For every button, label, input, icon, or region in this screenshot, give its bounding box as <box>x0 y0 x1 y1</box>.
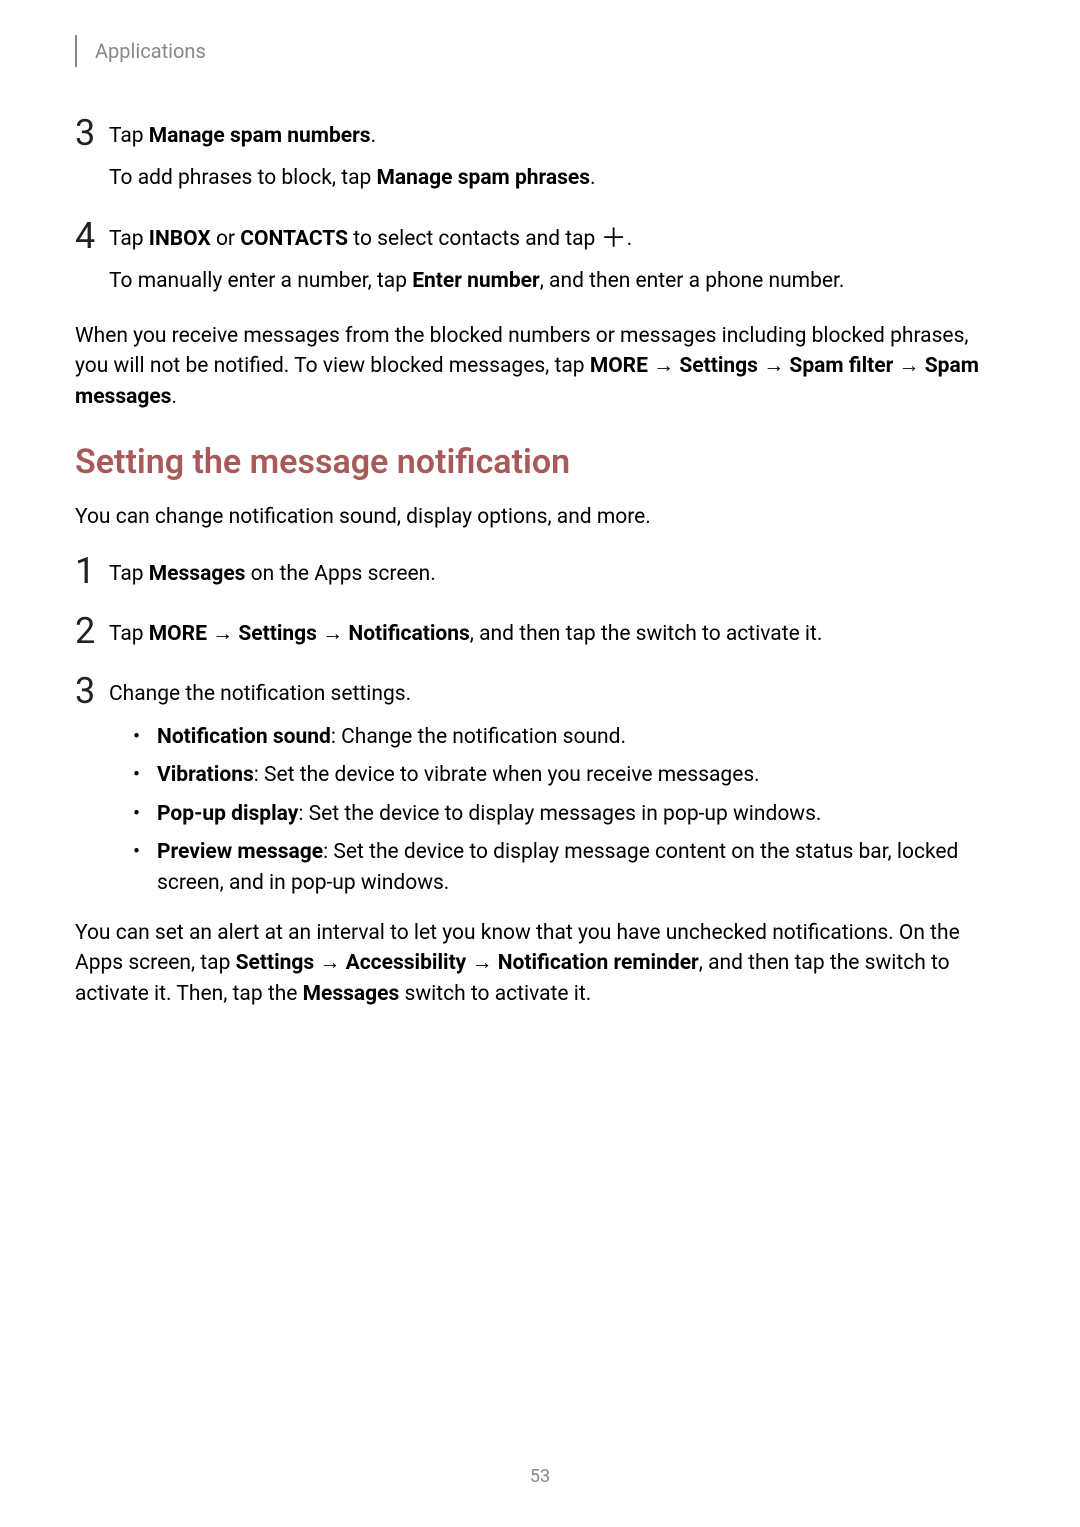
text: Tap <box>109 622 149 646</box>
step-b1-line: Tap Messages on the Apps screen. <box>109 559 1005 589</box>
text: , and then enter a phone number. <box>540 269 845 293</box>
text-bold: Pop-up display <box>157 802 298 826</box>
text-bold: Manage spam numbers <box>149 124 371 148</box>
text: To manually enter a number, tap <box>109 269 412 293</box>
text: on the Apps screen. <box>245 562 435 586</box>
header-divider <box>75 35 77 67</box>
list-item: Vibrations: Set the device to vibrate wh… <box>133 760 1005 790</box>
text-bold: Notification sound <box>157 725 331 749</box>
text-bold: INBOX <box>149 227 211 251</box>
step-4-block: 4 Tap INBOX or CONTACTS to select contac… <box>75 218 1005 309</box>
list-item: Preview message: Set the device to displ… <box>133 837 1005 898</box>
text: or <box>211 227 241 251</box>
notification-settings-list: Notification sound: Change the notificat… <box>109 722 1005 898</box>
text: . <box>171 385 177 409</box>
text: switch to activate it. <box>399 982 591 1006</box>
step-b3-block: 3 Change the notification settings. Noti… <box>75 673 1005 906</box>
step-b3-main: Change the notification settings. <box>109 679 1005 709</box>
step-b2-content: Tap MORE → Settings → Notifications, and… <box>109 613 1005 661</box>
text: to select contacts and tap <box>348 227 600 251</box>
page-number: 53 <box>0 1466 1080 1487</box>
text: . <box>590 166 596 190</box>
step-4-line2: To manually enter a number, tap Enter nu… <box>109 266 1005 296</box>
text-bold: MORE <box>149 622 207 646</box>
text: : Change the notification sound. <box>331 725 626 749</box>
arrow-icon: → <box>317 622 348 646</box>
step-4-content: Tap INBOX or CONTACTS to select contacts… <box>109 218 1005 309</box>
text: Tap <box>109 562 149 586</box>
text-bold: Settings <box>238 622 317 646</box>
step-3-content: Tap Manage spam numbers. To add phrases … <box>109 115 1005 206</box>
text-bold: Accessibility <box>346 951 467 975</box>
step-b2-line: Tap MORE → Settings → Notifications, and… <box>109 619 1005 649</box>
step-b1-block: 1 Tap Messages on the Apps screen. <box>75 553 1005 601</box>
text-bold: CONTACTS <box>240 227 348 251</box>
text-bold: Preview message <box>157 840 323 864</box>
arrow-icon: → <box>314 951 345 975</box>
step-number-4: 4 <box>75 218 109 254</box>
arrow-icon: → <box>207 622 238 646</box>
text: To add phrases to block, tap <box>109 166 377 190</box>
text-bold: Messages <box>303 982 400 1006</box>
text-bold: Notification reminder <box>498 951 699 975</box>
text-bold: Manage spam phrases <box>377 166 591 190</box>
step-b1-content: Tap Messages on the Apps screen. <box>109 553 1005 601</box>
step-number-b2: 2 <box>75 613 109 649</box>
text: : Set the device to display messages in … <box>298 802 821 826</box>
step-b3-content: Change the notification settings. Notifi… <box>109 673 1005 906</box>
blocked-messages-paragraph: When you receive messages from the block… <box>75 321 1005 412</box>
text-bold: Notifications <box>348 622 469 646</box>
list-item: Notification sound: Change the notificat… <box>133 722 1005 752</box>
arrow-icon: → <box>466 951 497 975</box>
step-number-3: 3 <box>75 115 109 151</box>
step-4-line1: Tap INBOX or CONTACTS to select contacts… <box>109 224 1005 254</box>
intro-paragraph: You can change notification sound, displ… <box>75 502 1005 532</box>
step-b2-block: 2 Tap MORE → Settings → Notifications, a… <box>75 613 1005 661</box>
step-3-block: 3 Tap Manage spam numbers. To add phrase… <box>75 115 1005 206</box>
plus-icon: ＋ <box>601 229 627 250</box>
text: . <box>627 227 633 251</box>
step-3-line2: To add phrases to block, tap Manage spam… <box>109 163 1005 193</box>
reminder-paragraph: You can set an alert at an interval to l… <box>75 918 1005 1009</box>
page-header: Applications <box>75 35 1005 67</box>
arrow-icon: → <box>758 354 789 378</box>
step-number-b3: 3 <box>75 673 109 709</box>
step-number-b1: 1 <box>75 553 109 589</box>
arrow-icon: → <box>893 354 924 378</box>
text: Tap <box>109 124 149 148</box>
text: , and then tap the switch to activate it… <box>470 622 823 646</box>
step-3-line1: Tap Manage spam numbers. <box>109 121 1005 151</box>
text-bold: Settings <box>679 354 758 378</box>
document-page: Applications 3 Tap Manage spam numbers. … <box>0 0 1080 1009</box>
text: : Set the device to vibrate when you rec… <box>254 763 760 787</box>
list-item: Pop-up display: Set the device to displa… <box>133 799 1005 829</box>
text-bold: Settings <box>236 951 315 975</box>
text-bold: Vibrations <box>157 763 254 787</box>
text-bold: Messages <box>149 562 246 586</box>
text-bold: Spam filter <box>789 354 893 378</box>
text: . <box>371 124 377 148</box>
text: Tap <box>109 227 149 251</box>
text-bold: Enter number <box>412 269 540 293</box>
text-bold: MORE <box>590 354 648 378</box>
header-section-label: Applications <box>95 39 206 63</box>
arrow-icon: → <box>648 354 679 378</box>
section-heading: Setting the message notification <box>75 442 1005 482</box>
